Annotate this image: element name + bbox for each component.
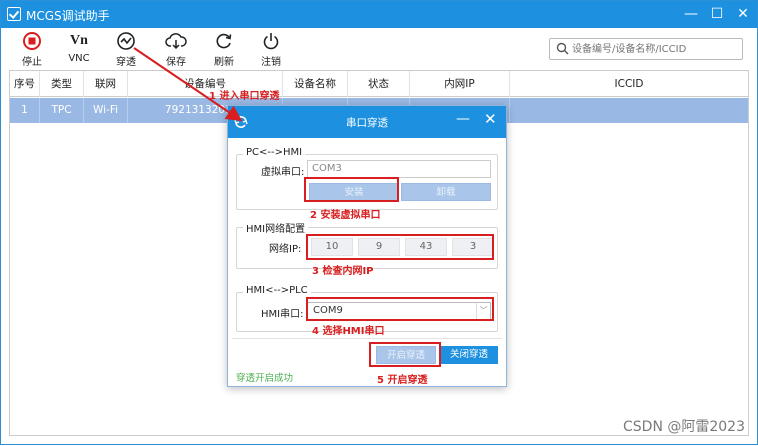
highlight-ip	[306, 234, 494, 260]
annotation-step-3: 3 检查内网IP	[312, 266, 374, 277]
highlight-hmi-com	[306, 297, 494, 321]
annotation-step-2: 2 安装虚拟串口	[310, 210, 381, 221]
watermark: CSDN @阿雷2023	[623, 419, 745, 435]
annotation-step-5: 5 开启穿透	[377, 375, 428, 386]
highlight-start	[369, 342, 441, 367]
highlight-install	[304, 177, 399, 202]
annotation-step-1: 1 进入串口穿透	[209, 91, 280, 102]
annotation-step-4: 4 选择HMI串口	[312, 326, 385, 337]
main-window: MCGS调试助手 — ☐ ✕ 停止 Vn VNC 穿透 保存 刷新 注销 设备编…	[0, 0, 758, 445]
